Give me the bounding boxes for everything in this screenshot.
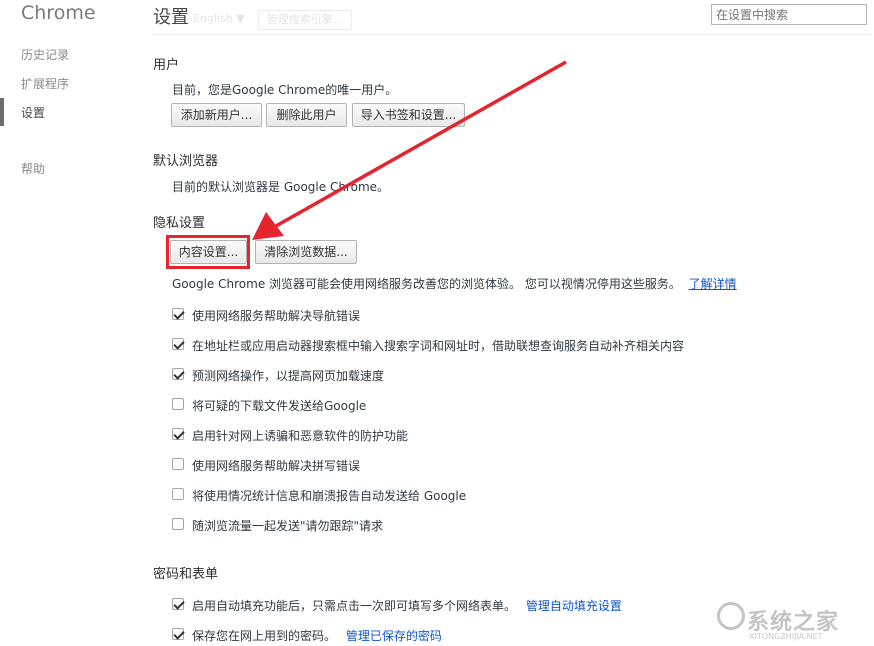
option-label: 保存您在网上用到的密码。 xyxy=(192,629,337,643)
learn-more-link[interactable]: 了解详情 xyxy=(689,277,737,291)
default-browser-description: 目前的默认浏览器是 Google Chrome。 xyxy=(172,180,390,194)
privacy-description-text: Google Chrome 浏览器可能会使用网络服务改善您的浏览体验。 您可以视… xyxy=(172,277,681,291)
checkbox[interactable] xyxy=(172,368,184,380)
option-label-wrap: 保存您在网上用到的密码。 管理已保存的密码 xyxy=(192,627,442,644)
sidebar-item-help[interactable]: 帮助 xyxy=(21,160,45,177)
watermark-logo: 系统之家 XITONGZHIJIA.NET xyxy=(717,596,869,641)
passwords-section-title: 密码和表单 xyxy=(153,567,219,582)
ghost-language-select: English ▼ xyxy=(193,12,245,25)
option-label: 将使用情况统计信息和崩溃报告自动发送给 Google xyxy=(192,489,467,503)
option-label: 预测网络操作，以提高网页加载速度 xyxy=(192,369,385,383)
checkbox[interactable] xyxy=(172,458,184,470)
option-label: 启用针对网上诱骗和恶意软件的防护功能 xyxy=(192,429,409,443)
checkbox[interactable] xyxy=(172,488,184,500)
checkbox[interactable] xyxy=(172,308,184,320)
checkbox[interactable] xyxy=(172,398,184,410)
manage-autofill-link[interactable]: 管理自动填充设置 xyxy=(526,599,622,613)
checkbox[interactable] xyxy=(172,598,184,610)
checkbox[interactable] xyxy=(172,518,184,530)
search-input[interactable] xyxy=(711,4,867,25)
clear-browsing-data-button[interactable]: 清除浏览数据... xyxy=(255,240,357,264)
delete-user-button[interactable]: 删除此用户 xyxy=(266,103,347,127)
users-section-title: 用户 xyxy=(153,58,180,73)
option-label: 启用自动填充功能后，只需点击一次即可填写多个网络表单。 xyxy=(192,599,517,613)
page-title: 设置 xyxy=(153,7,189,28)
checkbox[interactable] xyxy=(172,338,184,350)
ghost-search-engines-button: 管理搜索引擎... xyxy=(258,10,352,30)
option-label: 使用网络服务帮助解决导航错误 xyxy=(192,309,361,323)
users-description: 目前，您是Google Chrome的唯一用户。 xyxy=(172,83,398,97)
content-settings-highlight xyxy=(166,235,250,269)
sidebar: Chrome 历史记录 扩展程序 设置 帮助 xyxy=(0,0,140,646)
option-label-wrap: 启用自动填充功能后，只需点击一次即可填写多个网络表单。 管理自动填充设置 xyxy=(192,597,622,614)
active-indicator xyxy=(0,98,4,126)
header-divider xyxy=(152,34,872,35)
watermark-logo-icon xyxy=(717,602,745,630)
add-user-button[interactable]: 添加新用户... xyxy=(171,103,262,127)
checkbox[interactable] xyxy=(172,428,184,440)
manage-passwords-link[interactable]: 管理已保存的密码 xyxy=(346,629,442,643)
option-label: 使用网络服务帮助解决拼写错误 xyxy=(192,459,361,473)
option-label: 随浏览流量一起发送"请勿跟踪"请求 xyxy=(192,519,384,533)
privacy-description: Google Chrome 浏览器可能会使用网络服务改善您的浏览体验。 您可以视… xyxy=(172,275,737,292)
option-label: 将可疑的下载文件发送给Google xyxy=(192,399,367,413)
sidebar-item-history[interactable]: 历史记录 xyxy=(21,46,69,63)
checkbox[interactable] xyxy=(172,628,184,640)
watermark-url: XITONGZHIJIA.NET xyxy=(749,632,823,641)
sidebar-item-extensions[interactable]: 扩展程序 xyxy=(21,75,69,92)
sidebar-item-settings[interactable]: 设置 xyxy=(21,104,45,121)
default-browser-title: 默认浏览器 xyxy=(153,154,219,169)
brand-title: Chrome xyxy=(21,2,96,24)
privacy-section-title: 隐私设置 xyxy=(153,216,206,231)
option-label: 在地址栏或应用启动器搜索框中输入搜索字词和网址时，借助联想查询服务自动补齐相关内… xyxy=(192,339,685,353)
import-bookmarks-button[interactable]: 导入书签和设置... xyxy=(352,103,465,127)
